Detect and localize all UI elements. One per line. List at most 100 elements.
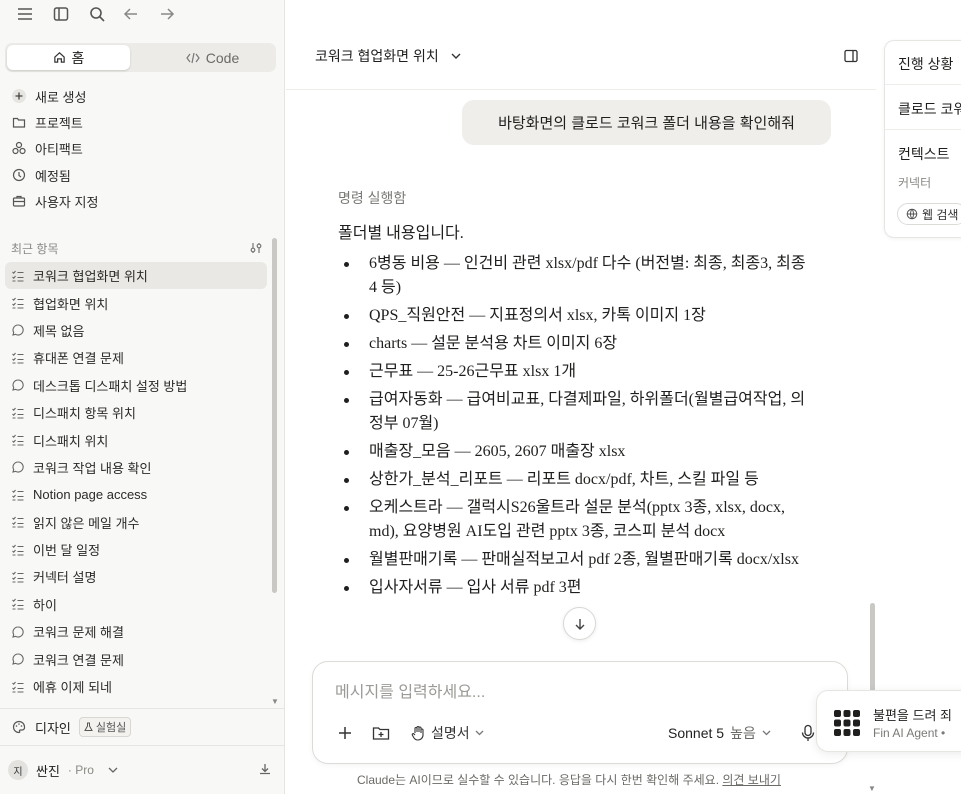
recent-item-label: 디스패치 항목 위치 — [33, 406, 136, 422]
chat-icon — [11, 460, 25, 474]
user-message: 바탕화면의 클로드 코워크 폴더 내용을 확인해줘 — [462, 100, 831, 145]
list-item: 월별판매기록 — 판매실적보고서 pdf 2종, 월별판매기록 docx/xls… — [340, 548, 810, 572]
tab-home[interactable]: 홈 — [7, 45, 130, 70]
recent-item-label: 에휴 이제 되네 — [33, 680, 112, 696]
globe-icon — [906, 208, 918, 220]
recent-item[interactable]: 읽지 않은 메일 개수 — [5, 509, 267, 536]
recent-item[interactable]: 코워크 작업 내용 확인 — [5, 454, 267, 481]
back-arrow-icon[interactable] — [122, 5, 142, 25]
sidebar-item-design[interactable]: 디자인 실험실 — [11, 716, 132, 738]
panel-toggle-icon[interactable] — [843, 48, 859, 64]
recent-item[interactable]: Notion page access — [5, 481, 267, 508]
chat-icon — [11, 652, 25, 666]
voice-input-button[interactable] — [801, 721, 815, 745]
recent-item[interactable]: 휴대폰 연결 문제 — [5, 344, 267, 371]
sidebar-item-scheduled[interactable]: 예정됨 — [8, 163, 268, 187]
chat-icon — [11, 625, 25, 639]
recent-item-label: Notion page access — [33, 487, 148, 503]
command-status[interactable]: 명령 실행함 — [338, 188, 406, 208]
task-icon — [11, 570, 25, 584]
scroll-to-bottom-button[interactable] — [563, 607, 596, 640]
chevron-down-icon — [475, 730, 484, 736]
progress-section[interactable]: 진행 상황 — [898, 54, 953, 74]
web-search-label: 웹 검색 — [922, 207, 959, 222]
recent-item-label: 휴대폰 연결 문제 — [33, 351, 124, 367]
menu-icon[interactable] — [16, 5, 36, 25]
folder-add-icon — [372, 727, 390, 740]
sidebar-item-customize[interactable]: 사용자 지정 — [8, 189, 268, 213]
download-icon[interactable] — [258, 762, 272, 776]
chat-title-dropdown[interactable]: 코워크 협업화면 위치 — [315, 46, 461, 66]
scroll-down-arrow-icon[interactable]: ▼ — [271, 697, 279, 706]
recent-item[interactable]: 디스패치 위치 — [5, 426, 267, 453]
context-section[interactable]: 컨텍스트 — [898, 144, 950, 164]
feedback-link[interactable]: 의견 보내기 — [722, 773, 781, 787]
list-item: charts — 설문 분석용 차트 이미지 6장 — [340, 332, 810, 356]
recent-item-label: 코워크 작업 내용 확인 — [33, 460, 152, 476]
recent-item[interactable]: 협업화면 위치 — [5, 289, 267, 316]
task-icon — [11, 296, 25, 310]
main-scrollbar[interactable] — [870, 603, 875, 693]
recent-item[interactable]: 코워크 연결 문제 — [5, 645, 267, 672]
task-icon — [11, 433, 25, 447]
style-label: 설명서 — [431, 725, 470, 741]
forward-arrow-icon[interactable] — [158, 5, 178, 25]
sidebar-scrollbar[interactable] — [272, 238, 277, 593]
home-icon — [53, 52, 65, 63]
support-toast[interactable]: 불편을 드려 죄 Fin AI Agent • — [816, 690, 961, 752]
toast-message: 불편을 드려 죄 — [873, 708, 952, 723]
sidebar-item-projects[interactable]: 프로젝트 — [8, 110, 268, 134]
divider — [0, 708, 284, 709]
add-button[interactable] — [337, 721, 353, 745]
divider — [0, 745, 284, 746]
recent-item[interactable]: 코워크 협업화면 위치 — [5, 262, 267, 290]
list-item: 오케스트라 — 갤럭시S26울트라 설문 분석(pptx 3종, xlsx, d… — [340, 496, 810, 544]
recent-item[interactable]: 제목 없음 — [5, 317, 267, 344]
code-icon — [186, 52, 200, 63]
task-icon — [11, 269, 25, 283]
recent-item[interactable]: 디스패치 항목 위치 — [5, 399, 267, 426]
divider — [885, 84, 961, 85]
design-label: 디자인 — [35, 720, 71, 736]
tab-code[interactable]: Code — [151, 45, 274, 70]
recent-item-label: 디스패치 위치 — [33, 433, 109, 449]
sidebar-toggle-icon[interactable] — [52, 5, 72, 25]
clock-icon — [11, 167, 27, 183]
recent-item-label: 하이 — [33, 597, 57, 613]
recent-item[interactable]: 코워크 문제 해결 — [5, 618, 267, 645]
recent-item[interactable]: 하이 — [5, 591, 267, 618]
tab-code-label: Code — [205, 49, 240, 66]
chat-icon — [11, 378, 25, 392]
sidebar: 홈 Code 새로 생성 프로젝트 아티팩트 예정됨 사용자 지정 최근 항목 … — [0, 0, 285, 794]
sidebar-item-label: 예정됨 — [35, 168, 71, 184]
model-selector[interactable]: Sonnet 5 높음 — [668, 723, 771, 743]
claude-cowork-section[interactable]: 클로드 코워 — [898, 99, 961, 119]
recent-header-label: 최근 항목 — [11, 242, 59, 256]
style-selector[interactable]: 설명서 — [411, 721, 484, 745]
sidebar-item-new[interactable]: 새로 생성 — [8, 84, 268, 108]
recent-item-label: 커넥터 설명 — [33, 570, 97, 586]
recent-item[interactable]: 이번 달 일정 — [5, 536, 267, 563]
recent-item[interactable]: 커넥터 설명 — [5, 563, 267, 590]
divider — [885, 129, 961, 130]
chevron-down-icon — [762, 730, 771, 736]
model-effort: 높음 — [730, 725, 756, 741]
task-icon — [11, 351, 25, 365]
list-item: 입사자서류 — 입사 서류 pdf 3편 — [340, 576, 810, 600]
recent-item[interactable]: 에휴 이제 되네 — [5, 673, 267, 700]
user-menu[interactable]: 지 싼진 · Pro — [8, 758, 276, 782]
recent-item-label: 코워크 연결 문제 — [33, 652, 124, 668]
recent-item[interactable]: 데스크톱 디스패치 설정 방법 — [5, 372, 267, 399]
recent-item-label: 이번 달 일정 — [33, 543, 101, 559]
scroll-down-arrow-icon[interactable]: ▼ — [868, 784, 876, 793]
search-icon[interactable] — [88, 5, 108, 25]
filter-icon[interactable] — [249, 241, 263, 255]
web-search-chip[interactable]: 웹 검색 — [897, 203, 961, 225]
connectors-label: 커넥터 — [898, 176, 932, 190]
recent-item-label: 제목 없음 — [33, 323, 85, 339]
add-folder-button[interactable] — [372, 721, 390, 745]
sidebar-item-artifacts[interactable]: 아티팩트 — [8, 136, 268, 160]
message-input[interactable] — [335, 684, 825, 702]
disclaimer: Claude는 AI이므로 실수할 수 있습니다. 응답을 다시 한번 확인해 … — [357, 771, 781, 788]
user-name: 싼진 — [36, 763, 60, 779]
